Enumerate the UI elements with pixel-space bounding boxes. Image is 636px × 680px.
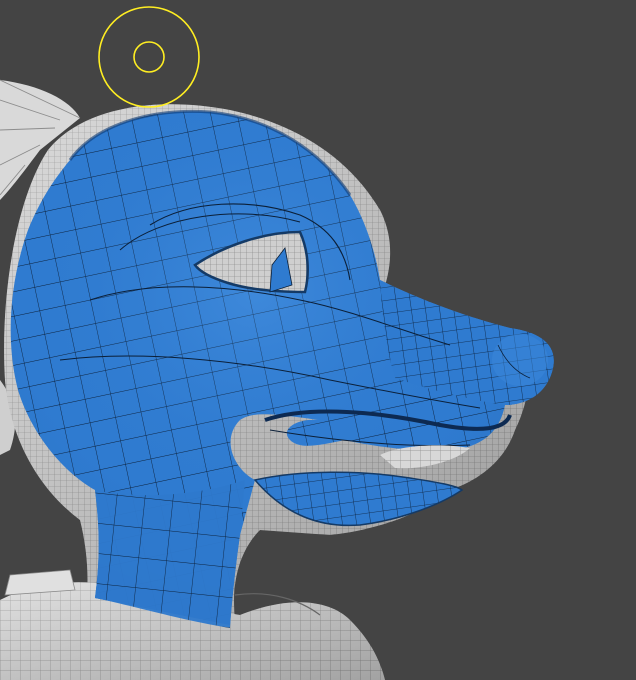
3d-viewport[interactable]	[0, 0, 636, 680]
brush-radius-cursor-icon	[98, 6, 200, 108]
